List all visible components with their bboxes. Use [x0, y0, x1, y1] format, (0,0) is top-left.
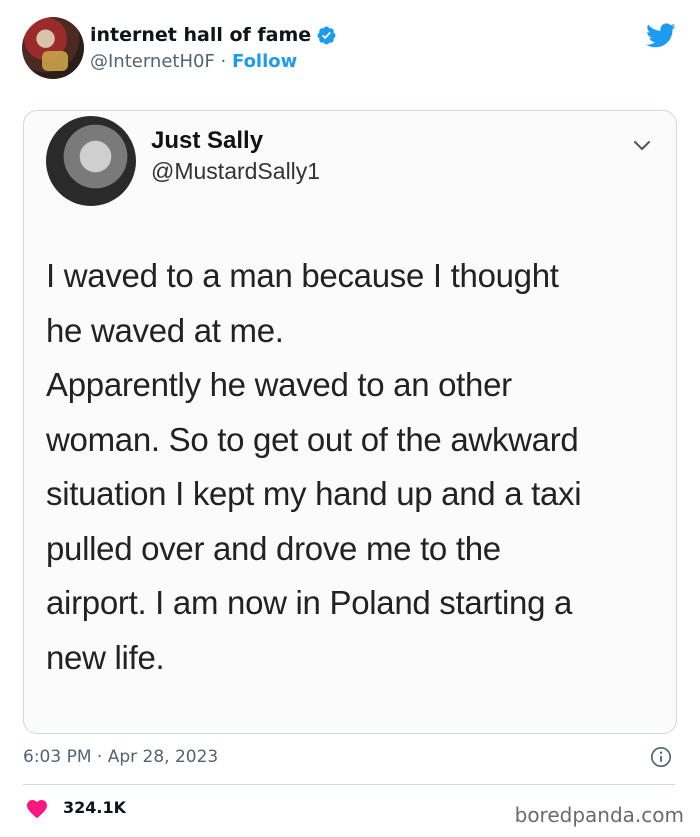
handle[interactable]: @InternetH0F [90, 51, 215, 72]
embedded-name: Just Sally [151, 127, 264, 154]
text-line: airport. I am now in Poland starting a [46, 584, 573, 621]
embedded-tweet-text: I waved to a man because I thought he wa… [46, 249, 656, 685]
avatar[interactable] [22, 17, 84, 79]
handle-row: @InternetH0F · Follow [90, 50, 297, 74]
separator: · [214, 51, 232, 72]
text-line: I waved to a man because I thought [46, 257, 559, 294]
text-line: he waved at me. [46, 311, 284, 349]
text-line: pulled over and drove me to the [46, 529, 501, 567]
embedded-tweet-image[interactable]: Just Sally @MustardSally1 I waved to a m… [23, 110, 677, 734]
follow-button[interactable]: Follow [232, 51, 297, 72]
info-icon[interactable] [650, 746, 672, 768]
embedded-avatar [46, 116, 136, 206]
like-count[interactable]: 324.1K [63, 796, 126, 820]
text-line: new life. [46, 638, 165, 676]
watermark: boredpanda.com [514, 803, 684, 827]
embedded-handle: @MustardSally1 [151, 158, 321, 184]
tweet-card: internet hall of fame @InternetH0F · Fol… [0, 0, 700, 837]
heart-icon[interactable] [25, 797, 49, 819]
divider [23, 784, 675, 785]
chevron-down-icon [634, 141, 650, 150]
text-line: situation I kept my hand up and a taxi [46, 475, 582, 512]
text-line: woman. So to get out of the awkward [46, 420, 579, 458]
tweet-timestamp[interactable]: 6:03 PM · Apr 28, 2023 [23, 745, 218, 769]
display-name[interactable]: internet hall of fame [90, 23, 311, 47]
verified-badge-icon [317, 26, 336, 45]
twitter-bird-icon[interactable] [644, 20, 678, 50]
text-line: Apparently he waved to an other [46, 366, 512, 403]
